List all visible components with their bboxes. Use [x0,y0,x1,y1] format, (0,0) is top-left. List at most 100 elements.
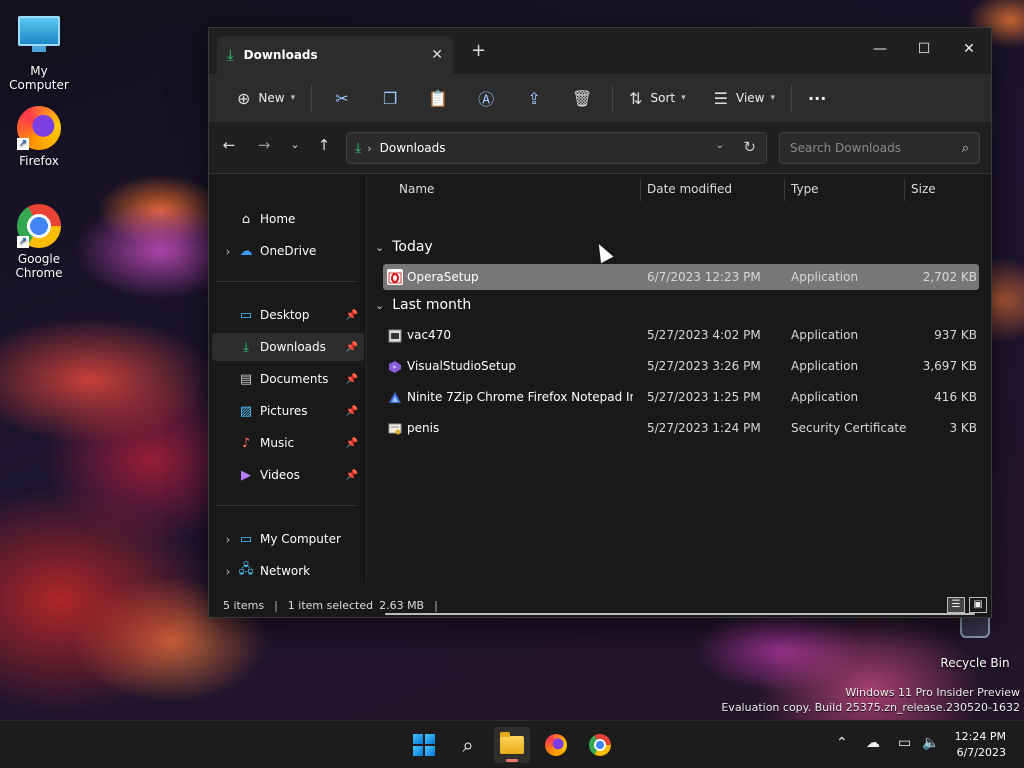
file-row[interactable]: OperaSetup 6/7/2023 12:23 PM Application… [383,264,979,290]
sidebar-item-label: Network [260,564,311,578]
file-row[interactable]: vac470 5/27/2023 4:02 PM Application 937… [383,322,979,348]
file-row[interactable]: VisualStudioSetup 5/27/2023 3:26 PM Appl… [383,353,979,379]
sidebar-item-label: Pictures [260,404,308,418]
tab-downloads[interactable]: ⤓ Downloads ✕ [217,36,453,74]
pin-icon[interactable]: 📌 [346,310,358,321]
expand-chevron-icon[interactable]: › [218,533,238,546]
network-icon: 🖧 [238,562,254,577]
file-explorer-taskbar-button[interactable] [494,727,530,763]
rename-button[interactable]: Ⓐ [462,82,510,114]
trash-icon: 🗑 [571,88,593,108]
close-window-button[interactable]: ✕ [946,34,992,64]
shortcut-arrow-icon: ↗ [17,236,29,248]
new-button[interactable]: ⊕ New ▾ [227,82,305,114]
sidebar-item-documents[interactable]: ▤ Documents 📌 [212,365,364,393]
cut-button[interactable]: ✂ [318,82,366,114]
view-button[interactable]: ☰ View ▾ [704,82,785,114]
refresh-icon[interactable]: ↻ [743,138,756,156]
copy-button[interactable]: ❐ [366,82,414,114]
file-date: 5/27/2023 4:02 PM [647,328,761,342]
column-divider[interactable] [904,179,905,201]
group-header-today[interactable]: ⌄ Today [375,239,433,255]
search-button[interactable]: ⌕ [450,727,486,763]
up-button[interactable]: ↑ [312,136,336,154]
show-hidden-icons-button[interactable]: ⌃ [836,735,848,751]
chrome-taskbar-button[interactable] [582,727,618,763]
column-divider[interactable] [640,179,641,201]
share-button[interactable]: ⇪ [510,82,558,114]
column-header-size[interactable]: Size [911,175,936,203]
column-header-type[interactable]: Type [791,175,819,203]
desktop-icon-label: Recycle Bin [940,656,1010,670]
sidebar-item-onedrive[interactable]: › ☁ OneDrive [212,237,364,265]
file-size: 2,702 KB [922,270,977,284]
desktop-icon-my-computer[interactable]: My Computer [0,10,78,92]
sidebar-item-desktop[interactable]: ▭ Desktop 📌 [212,301,364,329]
search-icon: ⌕ [961,140,969,156]
file-row[interactable]: Ninite 7Zip Chrome Firefox Notepad Inst.… [383,384,979,410]
forward-button[interactable]: → [252,136,276,154]
column-header-date[interactable]: Date modified [647,175,732,203]
plus-circle-icon: ⊕ [237,88,251,108]
sidebar-item-my-computer[interactable]: › ▭ My Computer [212,525,364,553]
file-size: 3 KB [949,421,977,435]
chrome-icon: ↗ [17,204,61,248]
sidebar-item-music[interactable]: ♪ Music 📌 [212,429,364,457]
volume-icon[interactable]: 🔈 [922,735,939,751]
search-input[interactable] [790,141,962,155]
firefox-taskbar-button[interactable] [538,727,574,763]
file-name: VisualStudioSetup [407,359,516,373]
firefox-icon [545,734,567,756]
details-view-button[interactable]: ☰ [947,597,965,613]
close-tab-icon[interactable]: ✕ [431,47,443,63]
start-button[interactable] [406,727,442,763]
recent-locations-button[interactable]: ⌄ [283,138,307,151]
delete-button[interactable]: 🗑 [558,82,606,114]
clock[interactable]: 12:24 PM 6/7/2023 [955,729,1006,761]
sidebar-item-pictures[interactable]: ▨ Pictures 📌 [212,397,364,425]
address-bar[interactable]: ⤓ › Downloads ⌄ ↻ [346,132,767,164]
tiles-view-button[interactable]: ▣ [969,597,987,613]
file-row[interactable]: penis 5/27/2023 1:24 PM Security Certifi… [383,415,979,441]
expand-chevron-icon[interactable]: › [218,565,238,578]
expand-chevron-icon[interactable]: › [218,245,238,258]
desktop-icon-firefox[interactable]: ↗ Firefox [0,106,78,168]
certificate-icon [387,420,403,436]
back-button[interactable]: ← [217,136,241,154]
sidebar-item-network[interactable]: › 🖧 Network [212,557,364,585]
pin-icon[interactable]: 📌 [346,342,358,353]
file-size: 416 KB [934,390,977,404]
chevron-down-icon[interactable]: ⌄ [716,140,724,151]
selection-size: 2.63 MB [379,598,425,612]
search-box[interactable]: ⌕ [779,132,980,164]
pin-icon[interactable]: 📌 [346,406,358,417]
group-header-last-month[interactable]: ⌄ Last month [375,297,471,313]
desktop-icon: ▭ [239,307,253,323]
sidebar-divider [217,281,357,282]
pin-icon[interactable]: 📌 [346,438,358,449]
home-icon: ⌂ [241,211,251,227]
file-date: 5/27/2023 1:24 PM [647,421,761,435]
maximize-button[interactable]: ☐ [901,34,947,64]
column-header-name[interactable]: Name [399,175,434,203]
sort-button[interactable]: ⇅ Sort ▾ [619,82,696,114]
selection-count: 1 item selected [287,598,374,612]
pin-icon[interactable]: 📌 [346,374,358,385]
sidebar-item-downloads[interactable]: ⤓ Downloads 📌 [212,333,364,361]
sidebar-item-label: Home [260,212,296,226]
desktop-icon-label: My Computer [9,64,69,92]
desktop-icon-chrome[interactable]: ↗ Google Chrome [0,204,78,280]
minimize-button[interactable]: — [857,34,903,64]
sidebar-item-videos[interactable]: ▶ Videos 📌 [212,461,364,489]
onedrive-tray-icon[interactable]: ☁ [866,735,880,751]
new-tab-button[interactable]: + [471,40,486,61]
paste-button[interactable]: 📋 [414,82,462,114]
breadcrumb-downloads[interactable]: Downloads [380,141,446,155]
sidebar-item-home[interactable]: ⌂ Home [212,205,364,233]
command-bar: ⊕ New ▾ ✂ ❐ 📋 Ⓐ ⇪ 🗑 ⇅ Sort ▾ ☰ View ▾ ··… [209,74,991,122]
more-options-button[interactable]: ··· [798,82,836,114]
network-tray-icon[interactable]: ▭ [898,735,911,751]
column-divider[interactable] [784,179,785,201]
pin-icon[interactable]: 📌 [346,470,358,481]
sidebar-divider [217,505,357,506]
